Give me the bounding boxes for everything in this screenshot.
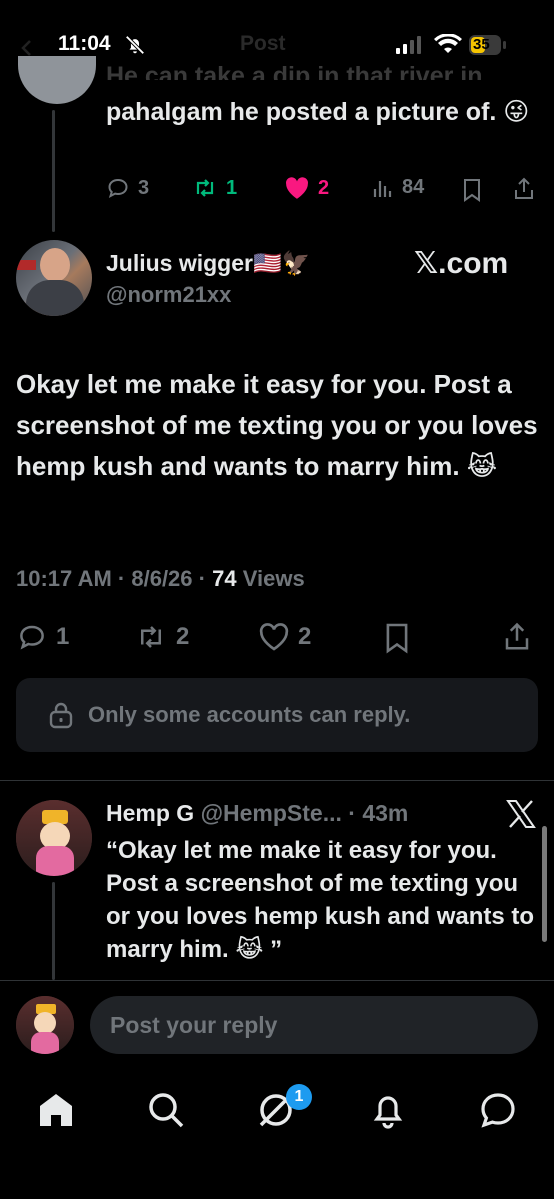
home-icon — [36, 1091, 76, 1129]
wifi-icon — [434, 34, 462, 54]
tab-notifications[interactable] — [366, 1088, 410, 1132]
main-like-count: 2 — [298, 623, 312, 650]
header-title: Post — [240, 32, 286, 55]
thread-line — [52, 882, 55, 980]
main-share-icon[interactable] — [502, 620, 532, 654]
main-repost-count: 2 — [176, 623, 190, 650]
parent-bookmark-icon[interactable] — [462, 178, 482, 202]
battery-level: 35 — [473, 36, 490, 53]
reply-header: Hemp G @HempSte... · 43m — [106, 800, 409, 826]
main-tweet-text: Okay let me make it easy for you. Post a… — [16, 369, 538, 481]
parent-tweet-text-cut: He can take a dip in that river in — [106, 62, 483, 80]
parent-repost-button[interactable]: 1 — [192, 176, 237, 200]
tweet-date[interactable]: 8/6/26 — [131, 566, 192, 591]
parent-repost-count: 1 — [226, 176, 238, 199]
reply-age: 43m — [362, 800, 409, 826]
tweet-views-label: Views — [242, 566, 305, 591]
cell-signal-icon — [396, 36, 424, 54]
main-author-name[interactable]: Julius wigger🇺🇸🦅 — [106, 250, 310, 277]
parent-share-icon[interactable] — [512, 176, 536, 202]
main-reply-count: 1 — [56, 623, 70, 650]
main-author-avatar[interactable] — [16, 240, 92, 316]
parent-views-button[interactable]: 84 — [372, 176, 424, 199]
reply-restriction-banner: Only some accounts can reply. — [16, 678, 538, 752]
tweet-time[interactable]: 10:17 AM — [16, 566, 112, 591]
reply-tweet-text: “Okay let me make it easy for you. Post … — [106, 837, 535, 963]
views-icon — [372, 177, 394, 199]
scrollbar[interactable] — [542, 826, 547, 942]
bell-icon — [370, 1091, 406, 1129]
composer-avatar[interactable] — [16, 996, 74, 1054]
parent-tweet-text: pahalgam he posted a picture of. 😜 — [106, 98, 530, 126]
tab-messages[interactable] — [476, 1088, 520, 1132]
repost-icon — [134, 622, 168, 652]
parent-views-count: 84 — [402, 176, 425, 198]
parent-avatar[interactable] — [18, 56, 96, 104]
tab-search[interactable] — [144, 1088, 188, 1132]
divider — [0, 780, 554, 781]
reply-input[interactable]: Post your reply — [90, 996, 538, 1054]
main-like-button[interactable]: 2 — [258, 622, 311, 652]
reply-icon — [106, 176, 130, 200]
reply-author-handle[interactable]: @HempSte... — [201, 800, 342, 826]
search-icon — [147, 1091, 185, 1129]
reply-restriction-text: Only some accounts can reply. — [88, 702, 411, 727]
parent-reply-count: 3 — [138, 176, 150, 199]
parent-like-count: 2 — [318, 176, 330, 199]
parent-like-button[interactable]: 2 — [284, 176, 329, 200]
reply-icon — [16, 622, 48, 652]
divider — [0, 980, 554, 981]
lock-icon — [48, 701, 74, 729]
reply-author-avatar[interactable] — [16, 800, 92, 876]
main-repost-button[interactable]: 2 — [134, 622, 189, 652]
main-reply-button[interactable]: 1 — [16, 622, 69, 652]
message-bubble-icon — [479, 1091, 517, 1129]
main-bookmark-icon[interactable] — [384, 622, 410, 654]
mute-bell-icon — [124, 34, 146, 56]
repost-icon — [192, 176, 218, 200]
parent-reply-button[interactable]: 3 — [106, 176, 149, 200]
x-com-watermark: 𝕏.com — [414, 247, 509, 280]
tweet-views-count: 74 — [212, 566, 237, 591]
status-time: 11:04 — [58, 32, 111, 55]
heart-filled-icon — [284, 176, 310, 200]
reply-author-name[interactable]: Hemp G — [106, 800, 194, 826]
main-tweet-meta: 10:17 AM · 8/6/26 · 74 Views — [16, 566, 305, 591]
notification-badge: 1 — [286, 1084, 312, 1110]
thread-line — [52, 110, 55, 232]
heart-icon — [258, 622, 290, 652]
x-logo-icon — [506, 800, 536, 828]
main-author-handle[interactable]: @norm21xx — [106, 282, 231, 308]
tab-home[interactable] — [34, 1088, 78, 1132]
